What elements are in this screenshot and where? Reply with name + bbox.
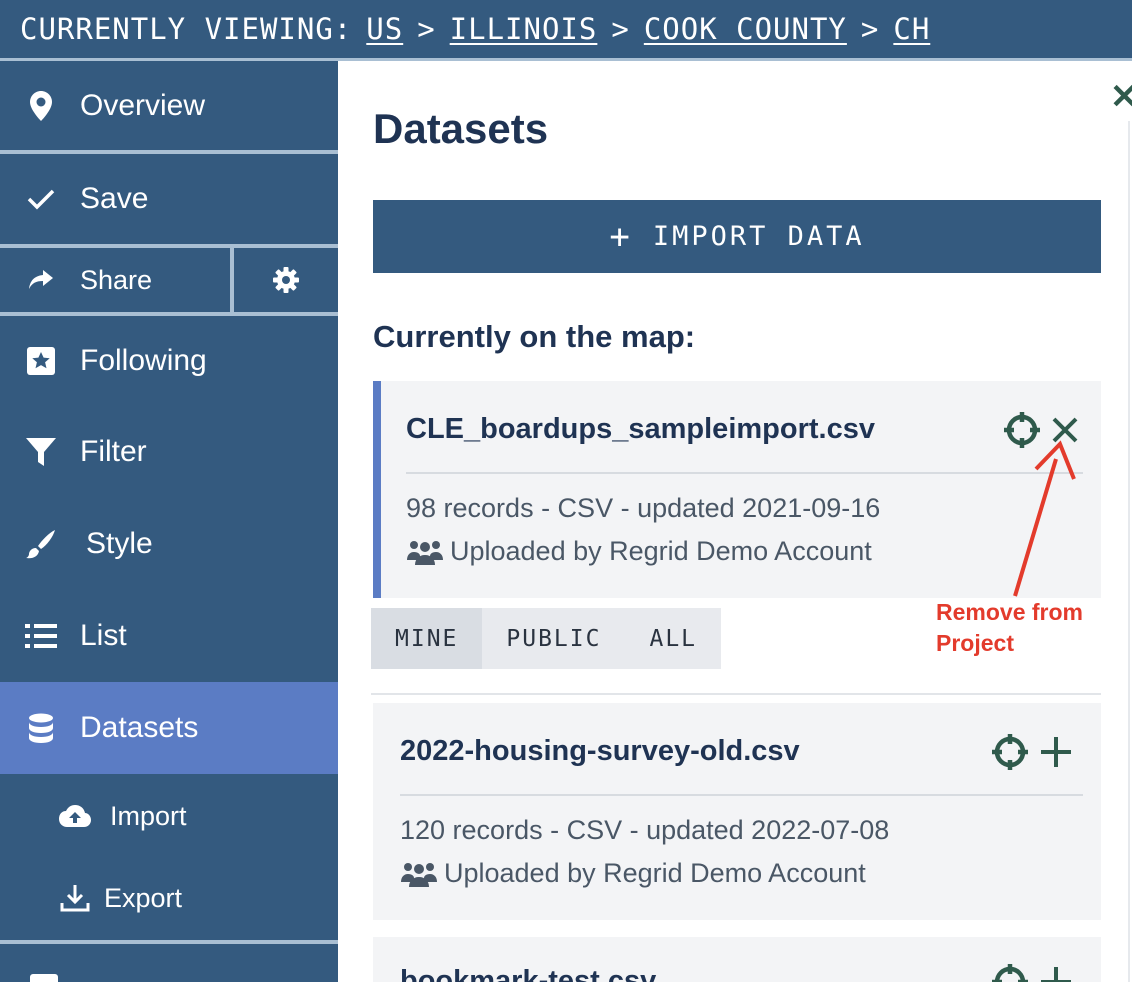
crosshair-icon[interactable] <box>1003 411 1041 449</box>
remove-from-project-icon[interactable] <box>1051 416 1079 444</box>
sidebar-item-label: List <box>80 618 127 652</box>
check-icon <box>16 187 66 211</box>
dataset-card: CLE_boardups_sampleimport.csv 98 records… <box>373 381 1101 598</box>
sidebar-item-label: Import <box>110 800 187 831</box>
panel-edge <box>1128 121 1130 982</box>
sidebar-item-datasets[interactable]: Datasets <box>0 682 338 774</box>
dataset-card: 2022-housing-survey-old.csv 120 records … <box>373 703 1101 920</box>
funnel-icon <box>16 437 66 467</box>
sidebar-item-partial-icon <box>30 974 58 982</box>
annotation-label: Remove from Project <box>936 597 1083 659</box>
import-data-button[interactable]: + IMPORT DATA <box>373 200 1101 273</box>
breadcrumb-item-illinois[interactable]: ILLINOIS <box>450 12 598 46</box>
sidebar-item-list[interactable]: List <box>0 589 338 682</box>
dataset-actions <box>1003 411 1079 449</box>
users-icon <box>400 860 444 888</box>
sidebar-item-label: Export <box>104 882 183 913</box>
sidebar-item-label: Style <box>86 526 153 560</box>
dataset-name: CLE_boardups_sampleimport.csv <box>406 413 875 445</box>
sidebar-item-label: Datasets <box>80 711 199 744</box>
owner-label: Uploaded by Regrid Demo Account <box>444 858 866 888</box>
dataset-owner: Uploaded by Regrid Demo Account <box>406 536 872 567</box>
plus-icon: + <box>609 216 633 257</box>
dataset-filter-tabs: MINE PUBLIC ALL <box>371 608 722 669</box>
sidebar-item-label: Following <box>80 344 207 377</box>
database-icon <box>16 713 66 743</box>
sidebar-item-label: Filter <box>80 435 147 468</box>
breadcrumb-item-us[interactable]: US <box>366 12 403 46</box>
star-box-icon <box>16 346 66 376</box>
sidebar-item-export[interactable]: Export <box>0 858 338 938</box>
breadcrumb-item-cook-county[interactable]: COOK COUNTY <box>644 12 847 46</box>
crosshair-icon[interactable] <box>991 733 1029 771</box>
dataset-name: bookmark-test.csv <box>400 965 657 982</box>
annotation-line1: Remove from <box>936 599 1083 625</box>
cloud-upload-icon <box>50 804 100 828</box>
breadcrumb-separator: > <box>611 12 630 46</box>
sidebar-item-import[interactable]: Import <box>0 774 338 858</box>
breadcrumb-separator: > <box>417 12 436 46</box>
list-icon <box>16 623 66 649</box>
sidebar-item-label: Overview <box>80 88 206 122</box>
sidebar-item-save[interactable]: Save <box>0 154 338 244</box>
sidebar-item-label: Share <box>80 264 153 295</box>
dataset-name: 2022-housing-survey-old.csv <box>400 735 800 767</box>
sidebar-item-overview[interactable]: Overview <box>0 61 338 150</box>
share-settings-button[interactable] <box>234 248 338 312</box>
datasets-panel: ✕ Datasets + IMPORT DATA Currently on th… <box>338 61 1132 982</box>
download-icon <box>50 883 100 913</box>
share-arrow-icon <box>16 268 66 292</box>
breadcrumb-bar: CURRENTLY VIEWING: US > ILLINOIS > COOK … <box>0 0 1132 58</box>
section-title: Currently on the map: <box>373 319 696 354</box>
import-data-label: IMPORT DATA <box>652 221 865 252</box>
card-divider <box>406 472 1083 474</box>
page-title: Datasets <box>373 105 549 152</box>
dataset-meta: 98 records - CSV - updated 2021-09-16 <box>406 493 881 523</box>
dataset-actions <box>991 963 1073 982</box>
breadcrumb-prefix: CURRENTLY VIEWING: <box>20 12 353 46</box>
crosshair-icon[interactable] <box>991 963 1029 982</box>
tab-mine[interactable]: MINE <box>371 608 483 669</box>
sidebar-item-following[interactable]: Following <box>0 316 338 406</box>
dataset-owner: Uploaded by Regrid Demo Account <box>400 858 866 889</box>
dataset-actions <box>991 733 1073 771</box>
annotation-line2: Project <box>936 630 1014 656</box>
close-icon[interactable]: ✕ <box>1110 77 1132 117</box>
dataset-card: bookmark-test.csv <box>373 937 1101 982</box>
card-divider <box>400 794 1083 796</box>
tab-public[interactable]: PUBLIC <box>482 608 625 669</box>
users-icon <box>406 538 450 566</box>
sidebar-divider <box>0 940 338 944</box>
sidebar: Overview Save Share Following Filter Sty… <box>0 61 338 982</box>
dataset-meta: 120 records - CSV - updated 2022-07-08 <box>400 815 890 845</box>
add-to-project-icon[interactable] <box>1039 735 1073 769</box>
map-pin-icon <box>16 90 66 121</box>
tab-all[interactable]: ALL <box>625 608 721 669</box>
owner-label: Uploaded by Regrid Demo Account <box>450 536 872 566</box>
gear-icon <box>272 266 300 294</box>
paintbrush-icon <box>16 529 66 559</box>
sidebar-item-share[interactable]: Share <box>0 248 230 312</box>
breadcrumb-separator: > <box>860 12 880 46</box>
sidebar-item-filter[interactable]: Filter <box>0 406 338 498</box>
sidebar-item-style[interactable]: Style <box>0 498 338 589</box>
breadcrumb-item-city[interactable]: CH <box>893 12 930 46</box>
sidebar-item-label: Save <box>80 182 149 215</box>
section-divider <box>371 693 1101 695</box>
add-to-project-icon[interactable] <box>1039 965 1073 982</box>
